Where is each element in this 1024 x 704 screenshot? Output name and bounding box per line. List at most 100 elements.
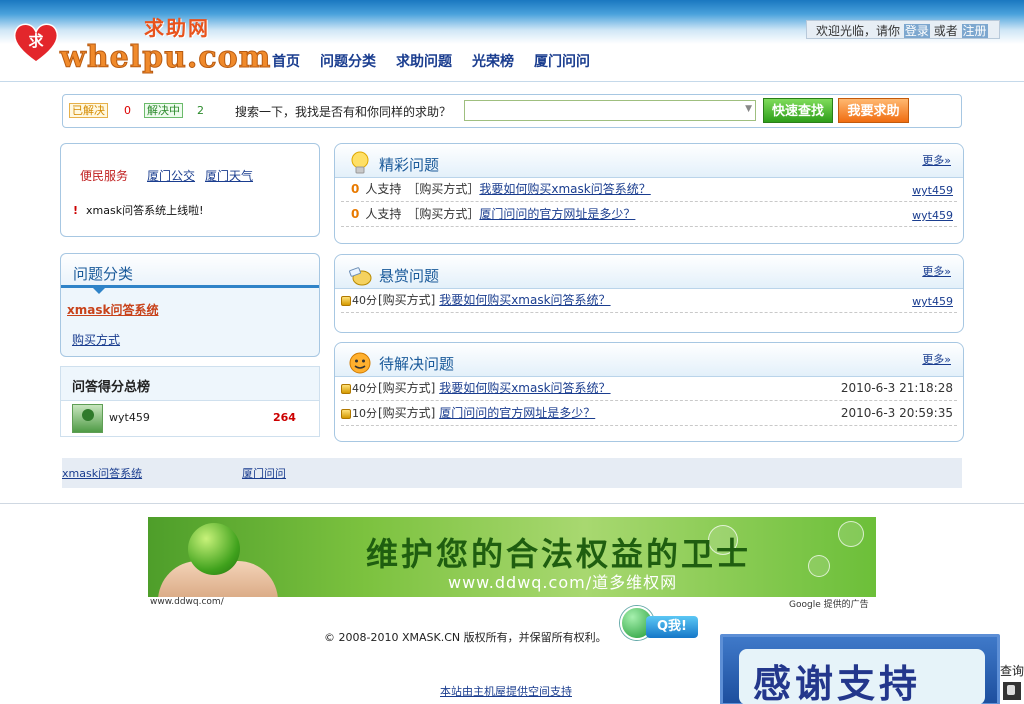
question-row: 0 人支持 ［购买方式］厦门问问的官方网址是多少？ wyt459 (341, 205, 957, 227)
reward-panel: 悬赏问题 更多» 40分[购买方式] 我要如何购买xmask问答系统？ wyt4… (334, 254, 964, 333)
coin-icon (341, 295, 351, 306)
question-link[interactable]: 我要如何购买xmask问答系统？ (479, 182, 650, 196)
main-nav: 首页 问题分类 求助问题 光荣榜 厦门问问 (272, 51, 610, 71)
solved-badge[interactable]: 已解决 (69, 103, 108, 118)
question-row: 40分[购买方式] 我要如何购买xmask问答系统？ 2010-6-3 21:1… (341, 379, 957, 401)
dropdown-arrow-icon[interactable]: ▼ (745, 104, 752, 114)
footer-link-xiamen[interactable]: 厦门问问 (242, 465, 286, 481)
reward-points: 40分 (352, 294, 377, 307)
ranking-header: 问答得分总榜 (61, 367, 319, 401)
bus-link[interactable]: 厦门公交 (147, 167, 195, 184)
money-bag-icon (349, 267, 372, 286)
solving-count: 2 (197, 104, 204, 117)
login-bar: 欢迎光临，请你 登录 或者 注册 (806, 20, 1000, 39)
question-category: [购买方式] (378, 293, 436, 307)
pending-more-link[interactable]: 更多» (922, 351, 951, 367)
notice-text[interactable]: xmask问答系统上线啦! (86, 204, 203, 217)
divider (0, 503, 1024, 504)
pending-panel: 待解决问题 更多» 40分[购买方式] 我要如何购买xmask问答系统？ 201… (334, 342, 964, 442)
featured-more-link[interactable]: 更多» (922, 152, 951, 168)
search-bar: 已解决 0 解决中 2 搜索一下，我找是否有和你同样的求助？ ▼ 快速查找 我要… (62, 94, 962, 128)
category-title: 问题分类 (73, 265, 134, 283)
bubble-decoration (838, 521, 864, 547)
logo-chinese-name: 求助网 (144, 16, 210, 40)
ranking-user[interactable]: wyt459 (109, 411, 150, 424)
reward-title: 悬赏问题 (379, 267, 440, 285)
logo-english-name[interactable]: whelpu.com (59, 40, 271, 76)
friend-links-bar: xmask问答系统 厦门问问 (62, 458, 962, 488)
ranking-title: 问答得分总榜 (72, 380, 151, 395)
qq-contact-button[interactable]: Q我! (620, 606, 700, 642)
support-count: 0 (351, 182, 360, 196)
support-label: 人支持 (365, 182, 402, 196)
side-tab-icon[interactable] (1003, 682, 1021, 700)
question-user[interactable]: wyt459 (912, 184, 953, 197)
question-link[interactable]: 我要如何购买xmask问答系统？ (439, 293, 610, 307)
ad-url: www.ddwq.com/道多维权网 (448, 573, 678, 592)
solving-badge[interactable]: 解决中 (144, 103, 183, 118)
coin-icon (341, 383, 351, 394)
pointer-arrow-icon (93, 288, 105, 294)
site-header: 求 求助网 whelpu.com 首页 问题分类 求助问题 光荣榜 厦门问问 欢… (0, 0, 1024, 82)
ad-banner[interactable]: 维护您的合法权益的卫士 www.ddwq.com/道多维权网 (148, 517, 876, 597)
nav-categories[interactable]: 问题分类 (320, 51, 376, 71)
ranking-box: 问答得分总榜 wyt459 264 (60, 366, 320, 437)
qq-label: Q我! (646, 616, 698, 638)
apple-image (188, 523, 240, 575)
avatar[interactable] (72, 404, 103, 433)
heart-logo-icon: 求 (13, 23, 59, 63)
query-link[interactable]: 查询 (1000, 662, 1024, 679)
coin-icon (341, 408, 351, 419)
service-title: 便民服务 (80, 169, 129, 183)
weather-link[interactable]: 厦门天气 (205, 167, 253, 184)
smiley-icon (349, 352, 371, 374)
support-label: 人支持 (365, 207, 402, 221)
category-item-xmask[interactable]: xmask问答系统 (67, 301, 158, 318)
question-link[interactable]: 厦门问问的官方网址是多少？ (479, 207, 635, 221)
thanks-float-banner[interactable]: 感谢支持 (720, 634, 1000, 704)
copyright: © 2008-2010 XMASK.CN 版权所有，并保留所有权利。 (324, 631, 607, 644)
question-link[interactable]: 厦门问问的官方网址是多少？ (439, 406, 595, 420)
category-item-purchase[interactable]: 购买方式 (72, 331, 120, 348)
question-category: [购买方式] (378, 381, 436, 395)
ad-provider[interactable]: Google 提供的广告 (789, 597, 869, 610)
nav-home[interactable]: 首页 (272, 51, 300, 71)
question-category: ［购买方式］ (407, 207, 480, 221)
reward-points: 40分 (352, 382, 377, 395)
quick-search-button[interactable]: 快速查找 (763, 98, 833, 123)
support-count: 0 (351, 207, 360, 221)
register-link[interactable]: 注册 (961, 24, 988, 38)
nav-xiamen-ask[interactable]: 厦门问问 (534, 51, 590, 71)
question-user[interactable]: wyt459 (912, 295, 953, 308)
question-user[interactable]: wyt459 (912, 209, 953, 222)
featured-title: 精彩问题 (379, 156, 440, 174)
search-input[interactable]: ▼ (464, 100, 756, 121)
category-box: 问题分类 xmask问答系统 购买方式 (60, 253, 320, 357)
category-header: 问题分类 (61, 254, 319, 288)
question-category: ［购买方式］ (407, 182, 480, 196)
reward-more-link[interactable]: 更多» (922, 263, 951, 279)
login-link[interactable]: 登录 (903, 24, 930, 38)
host-link[interactable]: 本站由主机屋提供空间支持 (440, 683, 572, 699)
reward-points: 10分 (352, 407, 377, 420)
question-row: 40分[购买方式] 我要如何购买xmask问答系统？ wyt459 (341, 291, 957, 313)
ask-question-button[interactable]: 我要求助 (838, 98, 909, 123)
question-category: [购买方式] (378, 406, 436, 420)
lightbulb-icon (351, 151, 369, 174)
ad-source[interactable]: www.ddwq.com/ (150, 597, 224, 607)
exclamation-icon: ! (73, 204, 79, 217)
service-box: 便民服务 厦门公交 厦门天气 ! xmask问答系统上线啦! (60, 143, 320, 237)
question-date: 2010-6-3 20:59:35 (840, 406, 953, 420)
solved-count: 0 (124, 104, 131, 117)
login-or: 或者 (933, 24, 958, 38)
footer-link-xmask[interactable]: xmask问答系统 (62, 465, 142, 481)
notice: ! xmask问答系统上线啦! (73, 202, 204, 218)
svg-text:求: 求 (28, 32, 44, 50)
thanks-text: 感谢支持 (753, 662, 922, 704)
nav-honor-board[interactable]: 光荣榜 (472, 51, 514, 71)
question-link[interactable]: 我要如何购买xmask问答系统？ (439, 381, 610, 395)
question-row: 10分[购买方式] 厦门问问的官方网址是多少？ 2010-6-3 20:59:3… (341, 404, 957, 426)
nav-help-questions[interactable]: 求助问题 (396, 51, 452, 71)
login-prefix: 欢迎光临，请你 (816, 24, 901, 38)
question-row: 0 人支持 ［购买方式］我要如何购买xmask问答系统？ wyt459 (341, 180, 957, 202)
